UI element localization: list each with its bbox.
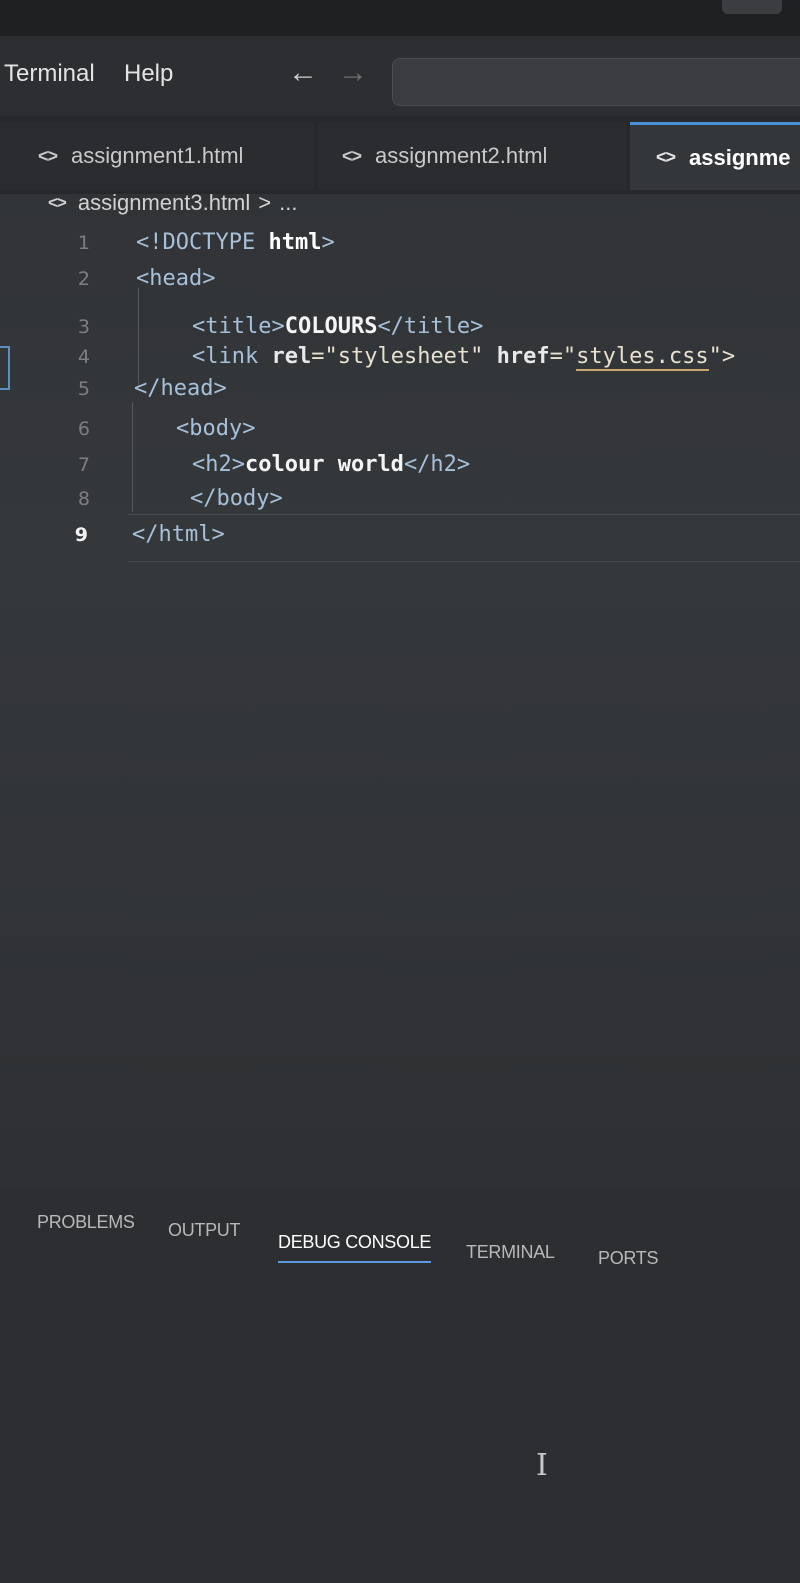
code-text: <link rel="stylesheet" href="styles.css"…	[192, 340, 735, 374]
code-token: styles.css	[576, 344, 709, 371]
line-number: 7	[77, 454, 90, 476]
text-cursor-icon: I	[536, 1448, 548, 1483]
code-token: colour world	[244, 452, 404, 477]
screen-bezel	[0, 0, 800, 36]
current-line-highlight	[128, 514, 800, 562]
back-arrow-icon[interactable]: ←	[288, 56, 318, 90]
bottom-panel: PROBLEMS OUTPUT DEBUG CONSOLE TERMINAL P…	[0, 1186, 800, 1583]
code-token: ">	[708, 344, 736, 369]
bezel-notch	[722, 0, 782, 14]
html-file-icon: <>	[48, 193, 67, 212]
code-token: <title>	[192, 314, 285, 339]
code-line[interactable]: 1 <!DOCTYPE html>	[0, 226, 800, 260]
tab-label: assignment2.html	[375, 143, 548, 168]
tab-problems[interactable]: PROBLEMS	[37, 1212, 135, 1233]
breadcrumb-separator: >	[258, 190, 272, 215]
code-line[interactable]: 2 <head>	[0, 262, 800, 296]
breadcrumb-file[interactable]: assignment3.html	[78, 190, 250, 216]
code-token: <link	[192, 344, 272, 369]
code-token: COLOURS	[284, 314, 378, 339]
line-number: 2	[77, 268, 90, 290]
vscode-window: Terminal Help ← → <> assignment1.html <>…	[0, 0, 800, 1583]
tab-label: assignment1.html	[71, 143, 244, 168]
code-text: </body>	[190, 482, 283, 516]
command-center-search[interactable]	[392, 58, 800, 106]
breadcrumb-more[interactable]: ...	[279, 190, 297, 216]
code-token: <h2>	[192, 452, 245, 477]
code-text: <body>	[176, 412, 255, 446]
line-number: 9	[74, 524, 88, 546]
line-number: 4	[77, 346, 90, 368]
code-line[interactable]: 8 </body>	[0, 482, 800, 516]
html-file-icon: <>	[656, 147, 676, 167]
menu-help[interactable]: Help	[124, 60, 173, 88]
code-token: <head>	[136, 266, 216, 291]
editor-tab-bar: <> assignment1.html <> assignment2.html …	[0, 116, 800, 194]
menu-terminal[interactable]: Terminal	[4, 60, 95, 88]
tab-assignment3[interactable]: <> assignme	[630, 122, 800, 190]
code-token: ="stylesheet"	[311, 344, 497, 369]
tab-label: assignme	[689, 144, 791, 170]
code-line[interactable]: 3 <title>COLOURS</title>	[0, 310, 800, 344]
code-token: ="	[549, 344, 577, 369]
code-text: </head>	[134, 372, 227, 406]
code-token: <body>	[176, 416, 256, 441]
line-number: 5	[77, 378, 90, 400]
code-editor[interactable]: 1 <!DOCTYPE html> 2 <head> 3 <title>COLOURS</…	[0, 226, 800, 1186]
html-file-icon: <>	[38, 145, 58, 166]
breadcrumb[interactable]: <> assignment3.html > ...	[48, 190, 297, 216]
code-token: html	[268, 230, 322, 255]
tab-output[interactable]: OUTPUT	[168, 1220, 241, 1241]
code-text: <title>COLOURS</title>	[192, 310, 483, 344]
html-file-icon: <>	[342, 145, 362, 166]
code-text: <!DOCTYPE html>	[136, 226, 335, 260]
tab-debug-console[interactable]: DEBUG CONSOLE	[278, 1232, 431, 1263]
code-token: </body>	[190, 486, 283, 511]
forward-arrow-icon[interactable]: →	[338, 56, 368, 90]
code-text: <head>	[136, 262, 215, 296]
line-number: 8	[77, 488, 90, 510]
code-token: </h2>	[403, 452, 471, 477]
code-token: </head>	[134, 376, 227, 401]
tab-assignment2[interactable]: <> assignment2.html	[318, 122, 626, 190]
tab-ports[interactable]: PORTS	[598, 1248, 658, 1269]
menu-bar: Terminal Help ← →	[0, 36, 800, 116]
code-token: rel	[271, 344, 312, 369]
code-token: >	[321, 230, 335, 255]
tab-assignment1[interactable]: <> assignment1.html	[0, 122, 314, 190]
code-line[interactable]: 5 </head>	[0, 372, 800, 406]
code-line[interactable]: 6 <body>	[0, 412, 800, 446]
line-number: 6	[77, 418, 90, 440]
code-line[interactable]: 4 <link rel="stylesheet" href="styles.css…	[0, 340, 800, 374]
code-line[interactable]: 7 <h2>colour world</h2>	[0, 448, 800, 482]
code-token: <!DOCTYPE	[136, 230, 269, 255]
code-token: href	[496, 344, 550, 369]
tab-terminal[interactable]: TERMINAL	[466, 1242, 555, 1263]
line-number: 1	[77, 232, 90, 254]
code-token: </title>	[377, 314, 484, 339]
line-number: 3	[77, 316, 90, 338]
code-text: <h2>colour world</h2>	[192, 448, 470, 482]
